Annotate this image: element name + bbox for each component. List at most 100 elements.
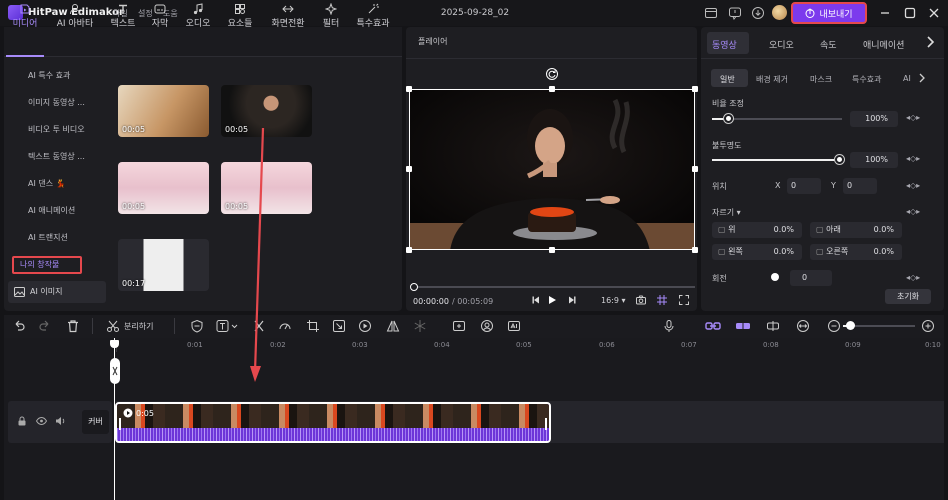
crop-icon[interactable] bbox=[306, 319, 320, 333]
tab-audio[interactable]: 오디오 bbox=[181, 0, 215, 30]
subtab-effects[interactable]: 특수효과 bbox=[852, 74, 881, 85]
close-icon[interactable] bbox=[927, 6, 941, 20]
keyframe-icon[interactable]: ◂◇▸ bbox=[906, 207, 920, 216]
user-avatar[interactable] bbox=[772, 5, 787, 20]
tab-transition[interactable]: 화면전환 bbox=[265, 0, 311, 30]
playhead-scissor-icon[interactable] bbox=[110, 358, 120, 384]
minimize-icon[interactable] bbox=[878, 6, 892, 20]
media-item-4[interactable]: 00:05 bbox=[221, 162, 312, 214]
link-icon[interactable] bbox=[705, 319, 721, 333]
sidebar-item-ai-animation[interactable]: AI 애니메이션 bbox=[8, 201, 108, 221]
scale-slider-knob[interactable] bbox=[723, 114, 733, 123]
lock-icon[interactable] bbox=[17, 416, 27, 426]
fit-width-icon[interactable] bbox=[796, 319, 810, 333]
tab-effects[interactable]: 특수효과 bbox=[350, 0, 396, 30]
resize-handle[interactable] bbox=[692, 247, 698, 253]
sidebar-item-video-to-video[interactable]: 비디오 투 비디오 bbox=[8, 120, 108, 140]
sidebar-item-text-to-video[interactable]: 텍스트 동영상 ... bbox=[8, 147, 108, 167]
shield-icon[interactable] bbox=[190, 319, 204, 333]
ai-tool-icon[interactable] bbox=[507, 319, 521, 333]
tab-elements[interactable]: 요소들 bbox=[223, 0, 257, 30]
freeze-icon[interactable] bbox=[413, 319, 427, 333]
rotate-dial[interactable] bbox=[771, 273, 779, 281]
sidebar-item-ai-image[interactable]: AI 이미지 bbox=[8, 281, 106, 303]
resize-handle[interactable] bbox=[406, 166, 412, 172]
sidebar-item-ai-transition[interactable]: AI 트랜지션 bbox=[8, 228, 108, 248]
video-clip[interactable]: 0:05 bbox=[115, 402, 551, 443]
replay-icon[interactable] bbox=[358, 319, 372, 333]
play-icon[interactable] bbox=[546, 294, 558, 306]
zoom-in-icon[interactable] bbox=[921, 319, 935, 333]
tab-subtitle[interactable]: 자막 bbox=[146, 0, 174, 30]
volume-icon[interactable] bbox=[55, 416, 66, 426]
zoom-slider-knob[interactable] bbox=[846, 321, 855, 330]
fullscreen-icon[interactable] bbox=[678, 294, 690, 306]
tab-text[interactable]: 텍스트 bbox=[106, 0, 140, 30]
split-label[interactable]: 분리하기 bbox=[124, 321, 153, 332]
resize-handle[interactable] bbox=[692, 86, 698, 92]
media-item-5[interactable]: 00:17 bbox=[118, 239, 209, 291]
resize-icon[interactable] bbox=[332, 319, 346, 333]
resize-handle[interactable] bbox=[406, 86, 412, 92]
aspect-ratio-select[interactable]: 16:9 ▾ bbox=[601, 296, 626, 305]
media-item-3[interactable]: 00:05 bbox=[118, 162, 209, 214]
feedback-icon[interactable] bbox=[728, 6, 742, 20]
sidebar-item-ai-dance[interactable]: AI 댄스 💃 bbox=[8, 174, 108, 194]
player-progress-track[interactable] bbox=[412, 286, 695, 288]
subtab-background-removal[interactable]: 배경 제거 bbox=[756, 74, 788, 85]
delete-icon[interactable] bbox=[66, 319, 80, 333]
subtab-mask[interactable]: 마스크 bbox=[810, 74, 832, 85]
eye-icon[interactable] bbox=[36, 416, 47, 426]
maximize-icon[interactable] bbox=[903, 6, 917, 20]
download-icon[interactable] bbox=[751, 6, 765, 20]
sidebar-item-image-to-video[interactable]: 이미지 동영상 ... bbox=[8, 93, 108, 113]
player-progress-knob[interactable] bbox=[410, 283, 418, 291]
microphone-icon[interactable] bbox=[662, 319, 676, 333]
reset-button[interactable]: 초기화 bbox=[885, 289, 931, 304]
crop-bottom-field[interactable]: ▢ 아래 0.0% bbox=[810, 222, 902, 238]
scale-input[interactable]: 100% bbox=[850, 111, 898, 127]
resize-handle[interactable] bbox=[549, 247, 555, 253]
clip-trim-handle-right[interactable] bbox=[545, 418, 547, 430]
crop-label[interactable]: 자르기 ▾ bbox=[712, 207, 741, 218]
video-preview[interactable] bbox=[409, 89, 695, 250]
speed-icon[interactable] bbox=[278, 319, 292, 333]
mirror-icon[interactable] bbox=[386, 319, 400, 333]
prev-frame-icon[interactable] bbox=[530, 294, 542, 306]
rotate-input[interactable]: 0 bbox=[790, 270, 832, 286]
sidebar-item-ai-effects[interactable]: AI 특수 효과 bbox=[8, 66, 108, 86]
cover-button[interactable]: 커버 bbox=[82, 410, 109, 434]
keyframe-icon[interactable]: ◂◇▸ bbox=[906, 154, 920, 163]
subtab-ai[interactable]: AI bbox=[903, 74, 911, 83]
crop-top-field[interactable]: ▢ 위 0.0% bbox=[712, 222, 802, 238]
tab-filter[interactable]: 필터 bbox=[317, 0, 345, 30]
tab-media[interactable]: 미디어 bbox=[8, 0, 42, 30]
snapshot-icon[interactable] bbox=[635, 294, 647, 306]
clip-trim-handle-left[interactable] bbox=[119, 418, 121, 430]
crop-left-field[interactable]: ▢ 왼쪽 0.0% bbox=[712, 244, 802, 260]
grid-icon[interactable] bbox=[656, 294, 668, 306]
redo-icon[interactable] bbox=[38, 319, 52, 333]
tab-ai-avatar[interactable]: AI 아바타 bbox=[52, 0, 98, 30]
face-icon[interactable] bbox=[480, 319, 494, 333]
keyframe-icon[interactable]: ◂◇▸ bbox=[906, 113, 920, 122]
resize-handle[interactable] bbox=[406, 247, 412, 253]
playhead-handle[interactable] bbox=[110, 340, 119, 348]
tab-speed[interactable]: 속도 bbox=[820, 38, 837, 51]
sidebar-item-my-creations[interactable]: 나의 창작물 bbox=[12, 256, 82, 274]
subtab-general[interactable]: 일반 bbox=[720, 74, 735, 85]
chevron-right-icon[interactable] bbox=[924, 35, 936, 49]
resize-handle[interactable] bbox=[692, 166, 698, 172]
layout-icon[interactable] bbox=[704, 6, 718, 20]
text-tool-icon[interactable] bbox=[216, 319, 240, 333]
chevron-right-icon[interactable] bbox=[917, 72, 927, 84]
split-view-icon[interactable] bbox=[766, 319, 780, 333]
pos-x-input[interactable]: 0 bbox=[787, 178, 821, 194]
undo-icon[interactable] bbox=[12, 319, 26, 333]
keyframe-icon[interactable]: ◂◇▸ bbox=[906, 273, 920, 282]
resize-handle[interactable] bbox=[549, 86, 555, 92]
add-marker-icon[interactable] bbox=[452, 319, 466, 333]
rotate-handle-icon[interactable] bbox=[546, 68, 558, 80]
zoom-out-icon[interactable] bbox=[827, 319, 841, 333]
magnet-icon[interactable] bbox=[735, 319, 751, 333]
